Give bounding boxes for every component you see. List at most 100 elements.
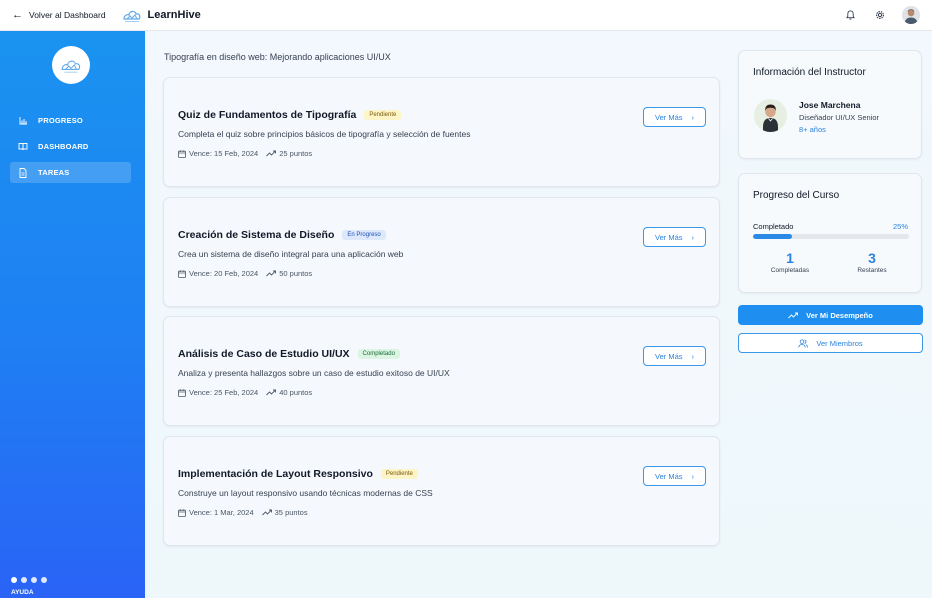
- progress-bar: [753, 234, 909, 239]
- chevron-right-icon: ›: [691, 471, 695, 481]
- task-title: Quiz de Fundamentos de Tipografía: [178, 109, 357, 121]
- task-title: Análisis de Caso de Estudio UI/UX: [178, 348, 350, 360]
- sidebar-item-tareas[interactable]: TAREAS: [10, 162, 131, 183]
- trending-up-icon: [266, 150, 277, 157]
- trending-up-icon: [788, 312, 799, 318]
- document-icon: [18, 167, 28, 178]
- view-more-label: Ver Más: [654, 471, 683, 481]
- view-more-label: Ver Más: [654, 351, 683, 361]
- instructor-avatar: [754, 99, 787, 132]
- due-text: Vence: 20 Feb, 2024: [189, 269, 259, 278]
- points-text: 40 puntos: [279, 388, 313, 397]
- view-more-label: Ver Más: [654, 112, 683, 122]
- completed-label: Completadas: [770, 267, 810, 274]
- progress-bar-fill: [753, 234, 792, 239]
- remaining-count: 3: [868, 250, 876, 266]
- points: 40 puntos: [266, 388, 312, 397]
- due-date: Vence: 20 Feb, 2024: [178, 269, 258, 278]
- view-more-label: Ver Más: [654, 232, 683, 242]
- task-card: Análisis de Caso de Estudio UI/UX Comple…: [163, 316, 720, 426]
- sidebar: PROGRESO DASHBOARD TAREAS AYUDA: [0, 31, 145, 598]
- learnhive-logo-icon: [61, 60, 81, 73]
- progress-percent: 25%: [892, 222, 908, 231]
- due-date: Vence: 15 Feb, 2024: [178, 149, 258, 158]
- due-date: Vence: 1 Mar, 2024: [178, 508, 254, 517]
- task-card: Quiz de Fundamentos de Tipografía Pendie…: [163, 77, 720, 187]
- bell-icon[interactable]: [842, 7, 858, 23]
- bar-chart-icon: [18, 116, 28, 126]
- status-badge: En Progreso: [342, 230, 386, 240]
- dot[interactable]: [21, 577, 27, 583]
- view-more-button[interactable]: Ver Más ›: [643, 346, 706, 366]
- trending-up-icon: [261, 509, 272, 516]
- points: 50 puntos: [266, 269, 312, 278]
- calendar-icon: [178, 508, 186, 517]
- view-more-button[interactable]: Ver Más ›: [643, 107, 706, 127]
- back-label: Volver al Dashboard: [29, 10, 106, 20]
- remaining-stat: 3 Restantes: [837, 250, 907, 274]
- users-icon: [798, 339, 809, 348]
- task-card: Implementación de Layout Responsivo Pend…: [163, 436, 720, 546]
- view-members-label: Ver Miembros: [816, 338, 863, 348]
- sidebar-item-dashboard[interactable]: DASHBOARD: [10, 136, 131, 157]
- task-description: Construye un layout responsivo usando té…: [178, 488, 433, 498]
- gear-icon[interactable]: [872, 7, 888, 23]
- pagination-dots: [11, 577, 47, 583]
- points-text: 50 puntos: [279, 269, 313, 278]
- sidebar-item-label: TAREAS: [38, 168, 70, 177]
- chevron-right-icon: ›: [691, 112, 695, 122]
- view-performance-button[interactable]: Ver Mi Desempeño: [738, 305, 923, 325]
- sidebar-nav: PROGRESO DASHBOARD TAREAS: [10, 110, 131, 188]
- due-text: Vence: 1 Mar, 2024: [189, 508, 254, 517]
- chevron-right-icon: ›: [691, 232, 695, 242]
- view-more-button[interactable]: Ver Más ›: [643, 227, 706, 247]
- arrow-left-icon: ←: [12, 8, 23, 21]
- dot[interactable]: [31, 577, 37, 583]
- status-badge: Completado: [357, 349, 400, 359]
- status-badge: Pendiente: [364, 110, 402, 120]
- brand[interactable]: LearnHive: [122, 7, 201, 23]
- progress-heading: Progreso del Curso: [753, 190, 840, 201]
- calendar-icon: [178, 269, 186, 278]
- due-text: Vence: 25 Feb, 2024: [189, 388, 259, 397]
- remaining-label: Restantes: [857, 267, 887, 274]
- task-description: Crea un sistema de diseño integral para …: [178, 249, 404, 259]
- top-bar: ← Volver al Dashboard LearnHive: [0, 0, 932, 31]
- completed-stat: 1 Completadas: [755, 250, 825, 274]
- view-more-button[interactable]: Ver Más ›: [643, 466, 706, 486]
- chevron-right-icon: ›: [691, 351, 695, 361]
- book-open-icon: [18, 142, 28, 152]
- calendar-icon: [178, 388, 186, 397]
- points: 35 puntos: [261, 508, 308, 517]
- task-description: Completa el quiz sobre principios básico…: [178, 129, 471, 139]
- due-date: Vence: 25 Feb, 2024: [178, 388, 258, 397]
- course-title: Tipografía en diseño web: Mejorando apli…: [164, 52, 391, 62]
- back-to-dashboard-link[interactable]: ← Volver al Dashboard: [12, 8, 106, 21]
- learnhive-logo-icon: [122, 10, 140, 22]
- sidebar-item-progreso[interactable]: PROGRESO: [10, 110, 131, 131]
- instructor-heading: Información del Instructor: [753, 67, 866, 78]
- task-card: Creación de Sistema de Diseño En Progres…: [163, 197, 720, 307]
- brand-name: LearnHive: [147, 9, 201, 21]
- instructor-name: Jose Marchena: [799, 100, 861, 110]
- calendar-icon: [178, 149, 186, 158]
- trending-up-icon: [266, 270, 277, 277]
- view-members-button[interactable]: Ver Miembros: [738, 333, 923, 353]
- dot[interactable]: [41, 577, 47, 583]
- progress-label: Completado: [753, 222, 794, 231]
- points-text: 25 puntos: [279, 149, 313, 158]
- sidebar-item-label: DASHBOARD: [38, 142, 89, 151]
- trending-up-icon: [266, 389, 277, 396]
- sidebar-logo[interactable]: [52, 46, 90, 84]
- user-avatar[interactable]: [902, 6, 920, 24]
- completed-count: 1: [786, 250, 794, 266]
- points: 25 puntos: [266, 149, 312, 158]
- instructor-experience: 8+ años: [799, 125, 826, 134]
- help-link[interactable]: AYUDA: [11, 589, 34, 596]
- dot[interactable]: [11, 577, 17, 583]
- task-title: Creación de Sistema de Diseño: [178, 229, 335, 241]
- view-performance-label: Ver Mi Desempeño: [806, 310, 873, 320]
- points-text: 35 puntos: [274, 508, 308, 517]
- status-badge: Pendiente: [380, 469, 418, 479]
- task-title: Implementación de Layout Responsivo: [178, 468, 373, 480]
